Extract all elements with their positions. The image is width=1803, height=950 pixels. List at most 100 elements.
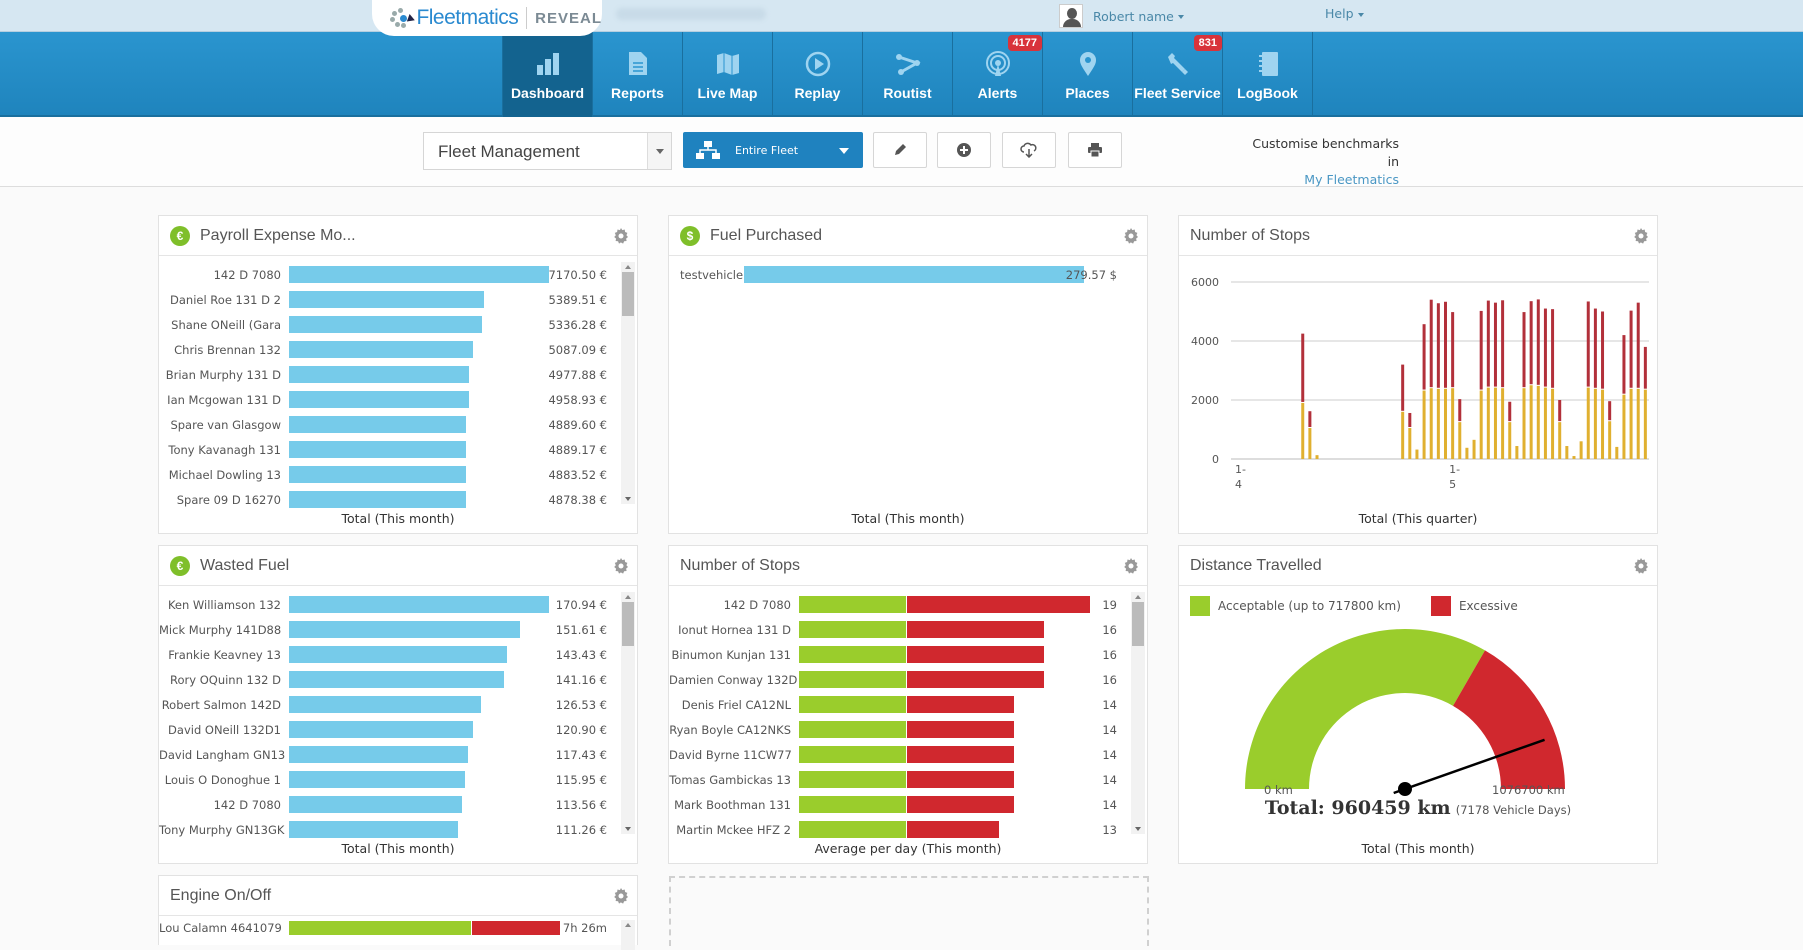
bar-segment-excess[interactable] (1408, 412, 1412, 428)
bar-segment-excess[interactable] (1501, 300, 1505, 388)
bar-segment-excess[interactable] (1593, 308, 1597, 388)
list-item[interactable]: 142 D 7080 113.56 € (159, 792, 637, 817)
bar-segment-excess[interactable] (1508, 401, 1512, 422)
bar-segment-excess[interactable] (1551, 309, 1555, 388)
bar-segment-within[interactable] (1572, 456, 1576, 459)
bar-segment-excess[interactable] (1422, 324, 1426, 390)
list-item[interactable]: Ryan Boyle CA12NKS 14 (669, 717, 1147, 742)
logo[interactable]: Fleetmatics REVEAL (372, 0, 602, 36)
gear-icon[interactable] (613, 888, 629, 904)
list-item[interactable]: 142 D 7080 19 (669, 592, 1147, 617)
bar-segment-excess[interactable] (1429, 299, 1433, 388)
bar-segment-within[interactable] (1558, 422, 1562, 459)
edit-button[interactable] (873, 132, 927, 168)
gear-icon[interactable] (1633, 228, 1649, 244)
print-button[interactable] (1068, 132, 1122, 168)
list-item[interactable]: Ian Mcgowan 131 D 4958.93 € (159, 387, 637, 412)
nav-fleet-service[interactable]: Fleet Service 831 (1133, 32, 1223, 117)
list-item[interactable]: Shane ONeill (Gara 5336.28 € (159, 312, 637, 337)
bar-segment-within[interactable] (1643, 389, 1647, 459)
bar-segment-excess[interactable] (1444, 301, 1447, 388)
help-menu[interactable]: Help (1325, 6, 1364, 21)
list-item[interactable]: David Byrne 11CW77 14 (669, 742, 1147, 767)
scrollbar[interactable] (621, 262, 635, 504)
bar-segment-excess[interactable] (1529, 301, 1533, 385)
bar-segment-within[interactable] (1565, 446, 1569, 459)
bar-segment-within[interactable] (1501, 388, 1505, 459)
bar-segment-excess[interactable] (1643, 346, 1647, 389)
list-item[interactable]: Daniel Roe 131 D 2 5389.51 € (159, 287, 637, 312)
nav-dashboard[interactable]: Dashboard (503, 32, 593, 117)
list-item[interactable]: Damien Conway 132D 16 (669, 667, 1147, 692)
scrollbar[interactable] (1131, 592, 1145, 834)
gear-icon[interactable] (1633, 558, 1649, 574)
nav-reports[interactable]: Reports (593, 32, 683, 117)
bar-segment-excess[interactable] (1493, 302, 1497, 387)
list-item[interactable]: Spare van Glasgow 4889.60 € (159, 412, 637, 437)
my-fleetmatics-link[interactable]: My Fleetmatics (1247, 171, 1399, 189)
list-item[interactable]: Rory OQuinn 132 D 141.16 € (159, 667, 637, 692)
bar-segment-within[interactable] (1472, 439, 1476, 459)
scrollbar-thumb[interactable] (622, 272, 634, 316)
bar-segment-excess[interactable] (1636, 302, 1640, 388)
list-item[interactable]: Denis Friel CA12NL 14 (669, 692, 1147, 717)
bar-segment-excess[interactable] (1401, 364, 1405, 411)
bar-segment-excess[interactable] (1622, 335, 1626, 394)
bar-segment-excess[interactable] (1486, 300, 1490, 387)
bar-segment-within[interactable] (1601, 389, 1605, 459)
bar-segment-within[interactable] (1429, 388, 1433, 459)
scrollbar-thumb[interactable] (622, 602, 634, 646)
list-item[interactable]: Brian Murphy 131 D 4977.88 € (159, 362, 637, 387)
bar-segment-within[interactable] (1536, 385, 1540, 459)
scrollbar-thumb[interactable] (1132, 602, 1144, 646)
gear-icon[interactable] (613, 228, 629, 244)
nav-places[interactable]: Places (1043, 32, 1133, 117)
bar-segment-within[interactable] (1622, 394, 1626, 459)
bar-segment-excess[interactable] (1308, 411, 1312, 428)
list-item[interactable]: 142 D 7080 7170.50 € (159, 262, 637, 287)
list-item[interactable]: Ionut Hornea 131 D 16 (669, 617, 1147, 642)
bar-segment-excess[interactable] (1522, 312, 1526, 388)
bar-segment-within[interactable] (1451, 388, 1455, 459)
list-item[interactable]: Martin Mckee HFZ 2 13 (669, 817, 1147, 842)
bar-segment-within[interactable] (1522, 388, 1526, 459)
bar-segment-within[interactable] (1301, 402, 1305, 459)
bar-segment-excess[interactable] (1543, 308, 1547, 387)
bar-segment-excess[interactable] (1536, 299, 1540, 385)
bar-segment-within[interactable] (1615, 446, 1619, 459)
bar-segment-excess[interactable] (1301, 333, 1305, 402)
scrollbar[interactable] (621, 920, 635, 950)
notification-badge[interactable]: 831 (1193, 35, 1222, 51)
bar-segment-within[interactable] (1458, 422, 1462, 459)
bar-segment-within[interactable] (1436, 388, 1440, 459)
bar-segment-within[interactable] (1551, 388, 1555, 459)
bar-segment-within[interactable] (1479, 390, 1483, 459)
add-widget-placeholder[interactable] (669, 876, 1149, 946)
bar-segment-excess[interactable] (1451, 312, 1455, 388)
gear-icon[interactable] (1123, 228, 1139, 244)
nav-live-map[interactable]: Live Map (683, 32, 773, 117)
gear-icon[interactable] (613, 558, 629, 574)
bar-segment-excess[interactable] (1601, 311, 1605, 389)
bar-segment-excess[interactable] (1479, 310, 1483, 390)
list-item[interactable]: David ONeill 132D1 120.90 € (159, 717, 637, 742)
bar-segment-excess[interactable] (1558, 400, 1562, 422)
gear-icon[interactable] (1123, 558, 1139, 574)
user-menu[interactable]: Robert name (1059, 4, 1184, 28)
list-item[interactable]: Tony Murphy GN13GK 111.26 € (159, 817, 637, 842)
chevron-down-icon[interactable] (647, 133, 671, 169)
notification-badge[interactable]: 4177 (1007, 35, 1042, 51)
bar-segment-excess[interactable] (1458, 399, 1462, 422)
bar-segment-within[interactable] (1543, 387, 1547, 459)
bar-segment-excess[interactable] (1586, 301, 1590, 387)
bar-segment-within[interactable] (1401, 411, 1405, 459)
bar-segment-within[interactable] (1608, 421, 1612, 459)
nav-logbook[interactable]: LogBook (1223, 32, 1313, 117)
bar-segment-within[interactable] (1636, 388, 1640, 459)
bar-segment-within[interactable] (1515, 446, 1519, 459)
bar-segment-within[interactable] (1444, 388, 1447, 459)
bar-segment-within[interactable] (1422, 390, 1426, 459)
list-item[interactable]: Mick Murphy 141D88 151.61 € (159, 617, 637, 642)
bar-segment-within[interactable] (1529, 385, 1533, 459)
list-item[interactable]: Chris Brennan 132 5087.09 € (159, 337, 637, 362)
